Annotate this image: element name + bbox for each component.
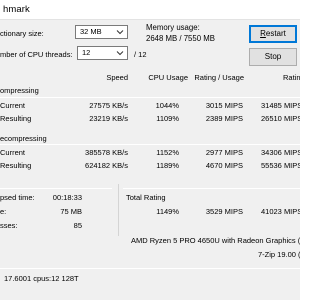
compressing-current-rating: 31485 MIPS bbox=[261, 101, 300, 110]
benchmark-window: hmark ctionary size: 32 MB Memory usage:… bbox=[0, 0, 300, 300]
stop-button[interactable]: Stop bbox=[249, 48, 297, 66]
stop-button-label: Stop bbox=[264, 52, 282, 61]
dictionary-size-label: ctionary size: bbox=[0, 29, 44, 38]
cpu-threads-value: 12 bbox=[82, 48, 91, 57]
total-rating-label: Total Rating bbox=[126, 193, 166, 202]
column-header-rating-usage: Rating / Usage bbox=[194, 73, 244, 82]
cpu-threads-select[interactable]: 12 bbox=[77, 46, 128, 60]
cpu-threads-label: mber of CPU threads: bbox=[0, 50, 73, 59]
compressing-resulting-rating-usage: 2389 MIPS bbox=[205, 114, 243, 123]
decompressing-resulting-speed: 624182 KB/s bbox=[85, 161, 128, 170]
decompressing-current-cpu: 1152% bbox=[156, 148, 179, 157]
zip-version: 7-Zip 19.00 (x bbox=[258, 250, 300, 259]
decompressing-current-rating-usage: 2977 MIPS bbox=[205, 148, 243, 157]
decompressing-resulting-cpu: 1189% bbox=[156, 161, 179, 170]
dictionary-size-value: 32 MB bbox=[80, 27, 102, 36]
elapsed-time-value: 00:18:33 bbox=[52, 193, 82, 202]
restart-button-label: estart bbox=[265, 29, 286, 38]
cpu-name: AMD Ryzen 5 PRO 4650U with Radeon Graphi… bbox=[131, 236, 300, 245]
total-rating-separator bbox=[123, 188, 300, 189]
decompressing-current-speed: 385578 KB/s bbox=[85, 148, 128, 157]
compressing-resulting-speed: 23219 KB/s bbox=[89, 114, 128, 123]
decompressing-current-label: Current bbox=[0, 148, 26, 157]
decompressing-resulting-label: Resulting bbox=[0, 161, 32, 170]
total-rating-cpu: 1149% bbox=[156, 207, 179, 216]
compressing-current-label: Current bbox=[0, 101, 26, 110]
elapsed-time-label: psed time: bbox=[0, 193, 35, 202]
compressing-current-cpu: 1044% bbox=[155, 101, 179, 110]
compressing-current-rating-usage: 3015 MIPS bbox=[205, 101, 243, 110]
total-rating-value: 41023 MIPS bbox=[261, 207, 300, 216]
column-header-speed: Speed bbox=[106, 73, 128, 82]
footer-info: 17.6001 cpus:12 128T bbox=[4, 274, 79, 283]
dictionary-size-select[interactable]: 32 MB bbox=[75, 25, 128, 39]
memory-usage-value: 2648 MB / 7550 MB bbox=[146, 34, 215, 43]
size-value: 75 MB bbox=[60, 207, 82, 216]
compressing-resulting-rating: 26510 MIPS bbox=[261, 114, 300, 123]
decompressing-resulting-rating: 55536 MIPS bbox=[261, 161, 300, 170]
compressing-resulting-label: Resulting bbox=[0, 114, 32, 123]
decompressing-current-rating: 34306 MIPS bbox=[261, 148, 300, 157]
restart-button[interactable]: Restart bbox=[249, 25, 297, 43]
decompressing-separator bbox=[0, 144, 300, 145]
column-header-cpu-usage: CPU Usage bbox=[148, 73, 188, 82]
chevron-down-icon bbox=[116, 51, 124, 56]
column-header-rating: Ratin bbox=[283, 73, 300, 82]
compressing-heading: ompressing bbox=[0, 86, 39, 95]
compressing-current-speed: 27575 KB/s bbox=[89, 101, 128, 110]
chevron-down-icon bbox=[116, 30, 124, 35]
compressing-resulting-cpu: 1109% bbox=[156, 114, 179, 123]
stats-divider bbox=[118, 184, 119, 236]
decompressing-resulting-rating-usage: 4670 MIPS bbox=[205, 161, 243, 170]
footer-separator bbox=[0, 268, 300, 269]
title-bar[interactable]: hmark bbox=[0, 0, 300, 20]
decompressing-heading: ecompressing bbox=[0, 134, 47, 143]
memory-usage-label: Memory usage: bbox=[146, 23, 200, 32]
cpu-threads-total: / 12 bbox=[134, 50, 147, 59]
passes-label: sses: bbox=[0, 221, 18, 230]
total-rating-usage: 3529 MIPS bbox=[205, 207, 243, 216]
compressing-separator bbox=[0, 97, 300, 98]
stats-separator bbox=[0, 188, 112, 189]
size-label: e: bbox=[0, 207, 7, 216]
window-title: hmark bbox=[3, 4, 30, 15]
passes-value: 85 bbox=[73, 221, 82, 230]
